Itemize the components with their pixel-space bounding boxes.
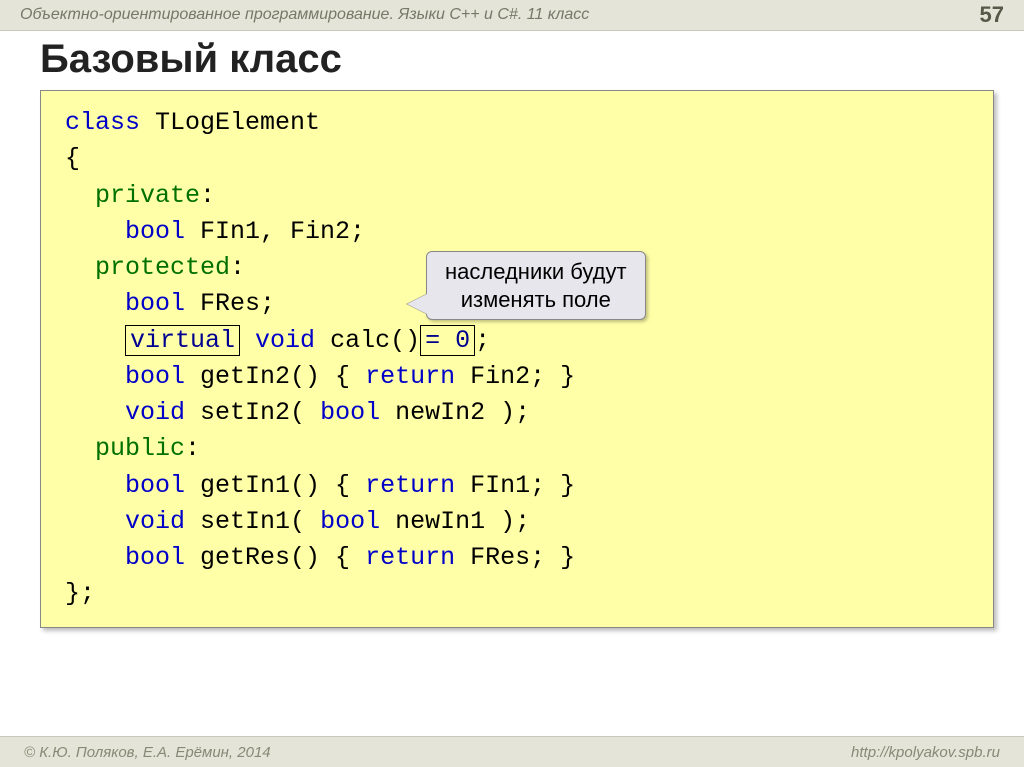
setin2-sig: setIn2( [185, 398, 320, 427]
getin2-sig: getIn2() { [185, 362, 365, 391]
kw-bool: bool [125, 543, 185, 572]
eq-zero-boxed: = 0 [420, 325, 475, 356]
brace-close: }; [65, 579, 95, 608]
getres-sig: getRes() { [185, 543, 365, 572]
priv-fields: FIn1, Fin2; [185, 217, 365, 246]
calc-name: calc() [315, 326, 420, 355]
kw-class: class [65, 108, 140, 137]
callout-line2: изменять поле [461, 287, 611, 312]
getin1-rest: FIn1; } [455, 471, 575, 500]
slide-title: Базовый класс [40, 37, 1024, 82]
kw-public: public [95, 434, 185, 463]
setin2-rest: newIn2 ); [380, 398, 530, 427]
colon: : [230, 253, 245, 282]
semi: ; [475, 326, 490, 355]
kw-bool: bool [125, 471, 185, 500]
footer-url: http://kpolyakov.spb.ru [851, 744, 1000, 761]
fres-decl: FRes; [185, 289, 275, 318]
getin1-sig: getIn1() { [185, 471, 365, 500]
colon: : [200, 181, 215, 210]
kw-void: void [240, 326, 315, 355]
getres-rest: FRes; } [455, 543, 575, 572]
callout-line1: наследники будут [445, 259, 627, 284]
kw-protected: protected [95, 253, 230, 282]
slide: Объектно-ориентированное программировани… [0, 0, 1024, 767]
colon: : [185, 434, 200, 463]
copyright: © К.Ю. Поляков, Е.А. Ерёмин, 2014 [24, 744, 271, 761]
callout-box: наследники будут изменять поле [426, 251, 646, 320]
kw-bool: bool [320, 398, 380, 427]
brace-open: { [65, 144, 80, 173]
kw-bool: bool [320, 507, 380, 536]
kw-void: void [125, 507, 185, 536]
kw-private: private [95, 181, 200, 210]
page-number: 57 [980, 2, 1004, 28]
kw-return: return [365, 362, 455, 391]
kw-bool: bool [125, 362, 185, 391]
setin1-rest: newIn1 ); [380, 507, 530, 536]
class-name: TLogElement [140, 108, 320, 137]
setin1-sig: setIn1( [185, 507, 320, 536]
code-block: class TLogElement { private: bool FIn1, … [40, 90, 994, 628]
getin2-rest: Fin2; } [455, 362, 575, 391]
kw-bool: bool [125, 289, 185, 318]
footer-bar: © К.Ю. Поляков, Е.А. Ерёмин, 2014 http:/… [0, 736, 1024, 767]
course-title: Объектно-ориентированное программировани… [20, 6, 589, 24]
kw-virtual-boxed: virtual [125, 325, 240, 356]
header-bar: Объектно-ориентированное программировани… [0, 0, 1024, 31]
kw-void: void [125, 398, 185, 427]
kw-return: return [365, 471, 455, 500]
kw-return: return [365, 543, 455, 572]
kw-bool: bool [125, 217, 185, 246]
